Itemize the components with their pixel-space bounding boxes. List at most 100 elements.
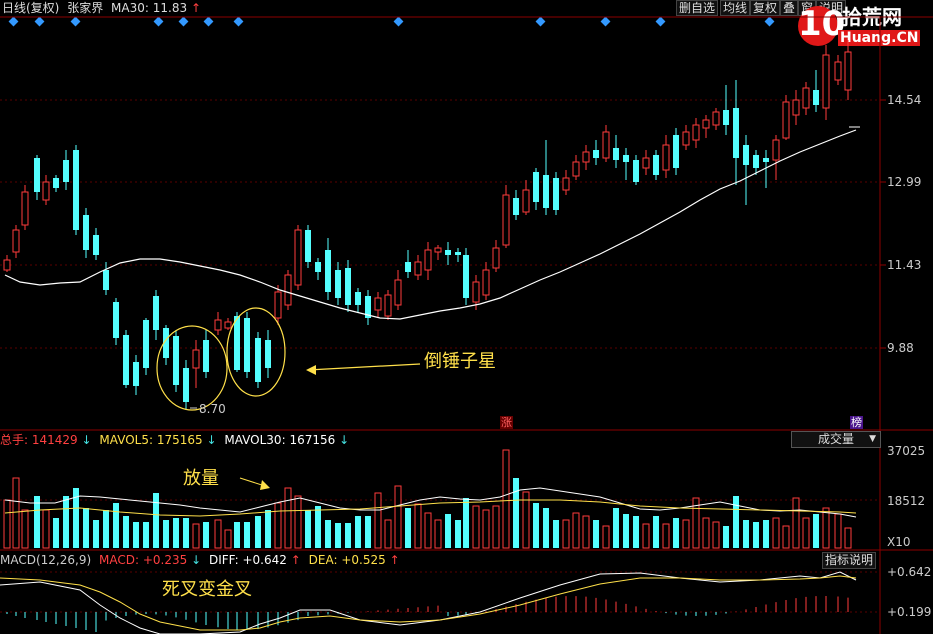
candle-body [335,270,341,298]
volume-bar [733,496,739,548]
candle-body [21,191,29,226]
volume-axis-tick: 37025 [887,444,926,458]
volume-bar [103,510,109,548]
volume-header: 总手: 141429 ↓ MAVOL5: 175165 ↓ MAVOL30: 1… [0,433,349,447]
volume-bar [673,518,679,548]
candle-body [763,158,769,162]
candle-body [572,161,580,177]
candle-body [244,318,250,372]
candle-body [792,99,800,116]
candle-body [424,249,432,271]
candle-body [733,108,739,158]
volume-bar [163,520,169,548]
candle-body [325,250,331,292]
candle-body [345,268,351,305]
volume-bar [712,521,720,549]
volume-bar [3,499,11,549]
macd-axis-tick: +0.642 [887,565,932,579]
candle-body [93,235,99,255]
volume-bar [633,516,639,548]
candle-body [384,294,392,317]
candle-body [472,281,480,303]
volume-bar [533,503,539,548]
volume-bar [434,519,442,549]
dea-value: +0.525 [341,553,386,567]
volume-bar [34,496,40,548]
macd-label: MACD: [98,553,139,567]
candle-body [53,178,59,188]
candle-body [214,319,222,331]
volume-bar [173,518,179,548]
volume-unit: X10 [887,535,911,549]
volume-bar [502,449,510,549]
volume-bar [455,520,461,548]
candle-body [203,340,209,372]
price-tick: 11.43 [887,258,922,272]
indicator-help-button[interactable]: 指标说明 [822,552,877,569]
candle-body [234,316,240,370]
candle-body [543,175,549,208]
candle-body [702,119,710,129]
candle-body [113,302,119,338]
candle-body [513,198,519,215]
volume-bar [602,525,610,549]
candle-body [123,335,129,385]
volume-bar [183,518,189,548]
macd-histogram [6,596,849,632]
volume-bar [513,478,519,548]
candle-body [294,229,302,286]
volume-bar [543,508,549,548]
candle-body [743,145,749,165]
candle-body [782,101,790,139]
price-tick: 9.88 [887,341,914,355]
candle-body [723,110,729,125]
volume-bar [234,522,240,548]
macd-header: MACD(12,26,9) MACD: +0.235 ↓ DIFF: +0.64… [0,553,400,567]
mavol5-value: 175165 [156,433,203,447]
candle-body [394,279,402,306]
candle-body [355,292,361,305]
macd-value: +0.235 [142,553,188,567]
limit-up-flag[interactable]: 涨 [500,416,513,429]
volume-bar [792,497,800,549]
candle-body [265,340,271,368]
indicator-select[interactable]: 成交量 ▼ [791,431,881,448]
volume-bar [653,516,659,548]
volume-bar [325,520,331,548]
candle-body [192,349,200,369]
volume-bar [315,506,321,548]
volume-bar [553,520,559,548]
candle-body [682,131,690,146]
dea-label: DEA: [308,553,338,567]
ma30-line [4,129,857,320]
volume-bar [294,495,302,549]
candle-body [42,181,50,201]
volume-bar [83,508,89,548]
candle-body [802,87,810,109]
rank-flag[interactable]: 榜 [850,416,863,429]
candle-body [844,51,852,91]
volume-annotation: 放量 [183,468,219,489]
volume-bar [582,515,590,549]
kline-chart[interactable] [0,0,933,634]
candle-body [173,336,179,385]
macd-title: MACD(12,26,9) [0,553,92,567]
volume-bar [405,508,411,548]
candle-body [284,274,292,306]
volume-bar [93,520,99,548]
price-tick: 12.99 [887,175,922,189]
volume-bar [365,516,371,548]
candle-body [662,144,670,171]
volume-bar [265,510,271,548]
candle-body [455,252,461,255]
volume-bar [723,526,729,548]
candle-body [712,111,720,126]
candle-body [63,160,69,182]
candle-body [692,124,700,141]
mavol30-value: 167156 [289,433,336,447]
volume-bar [192,523,200,549]
price-tick: 14.54 [887,93,922,107]
volume-bar [12,477,20,549]
candle-body [533,172,539,202]
low-price-label: 8.70 [199,402,226,416]
